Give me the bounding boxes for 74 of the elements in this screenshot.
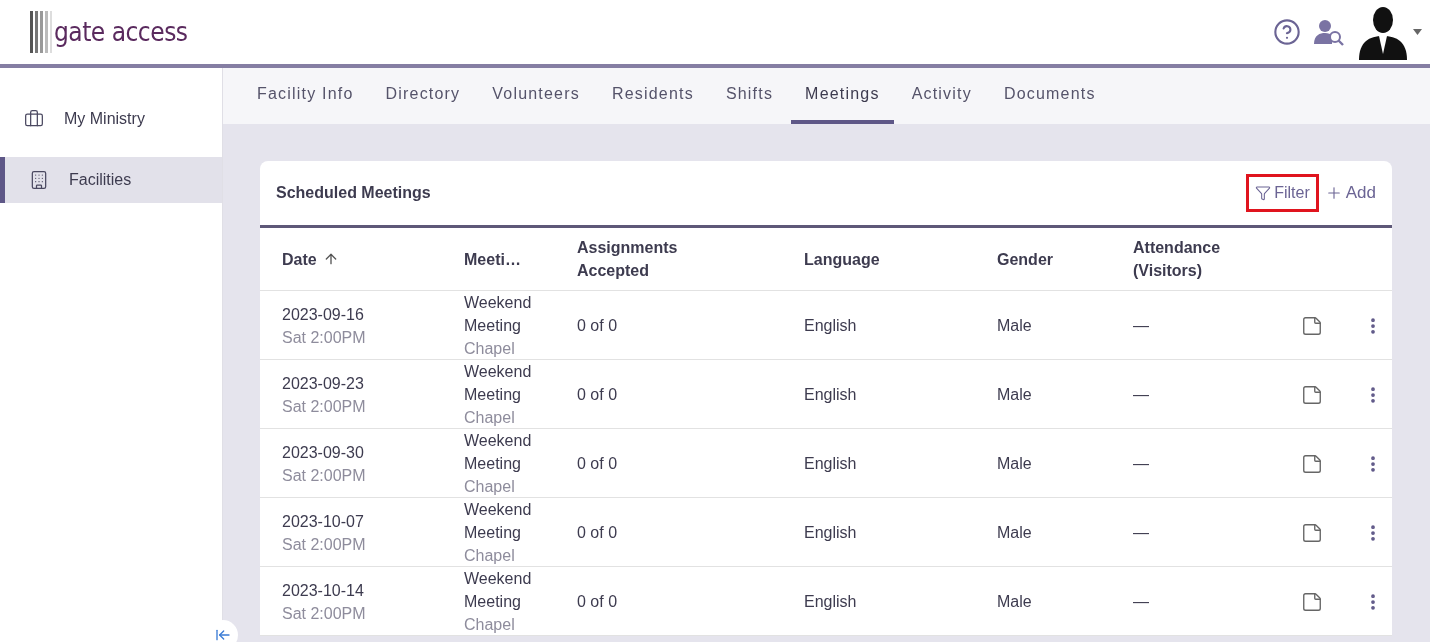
table-cell: 0 of 0 xyxy=(577,592,618,610)
date-text: 2023-10-14 xyxy=(282,580,365,601)
table-cell: Male xyxy=(997,454,1032,472)
table-cell: English xyxy=(804,523,857,541)
table-cell: English xyxy=(804,316,857,334)
table-cell: — xyxy=(1133,454,1149,472)
table-cell: 0 of 0 xyxy=(577,316,618,334)
note-icon[interactable] xyxy=(1301,383,1323,406)
date-text: 2023-09-16 xyxy=(282,304,365,325)
tab[interactable]: Directory xyxy=(371,68,475,124)
note-icon[interactable] xyxy=(1301,314,1323,337)
note-icon[interactable] xyxy=(1301,452,1323,475)
briefcase-icon xyxy=(24,109,44,129)
column-header[interactable]: Attendance (Visitors) xyxy=(1133,236,1248,282)
date-text: 2023-10-07 xyxy=(282,511,365,532)
avatar-icon[interactable] xyxy=(1357,4,1409,60)
table-cell: English xyxy=(804,385,857,403)
card-title: Scheduled Meetings xyxy=(276,183,431,203)
tab[interactable]: Documents xyxy=(989,68,1110,124)
meeting-name: Weekend Meeting xyxy=(464,569,533,612)
time-text: Sat 2:00PM xyxy=(282,603,367,624)
caret-icon[interactable] xyxy=(1413,29,1422,35)
meeting-name: Weekend Meeting xyxy=(464,293,533,336)
filter-button[interactable]: Filter xyxy=(1246,174,1319,212)
user-search-icon[interactable] xyxy=(1313,18,1345,46)
column-header[interactable]: Gender xyxy=(997,247,1053,271)
location-text: Chapel xyxy=(464,477,516,497)
location-text: Chapel xyxy=(464,546,516,566)
date-text: 2023-09-23 xyxy=(282,373,365,394)
table-cell: Male xyxy=(997,592,1032,610)
table-cell: Male xyxy=(997,385,1032,403)
note-icon[interactable] xyxy=(1301,521,1323,544)
table-cell: Male xyxy=(997,523,1032,541)
table-cell: — xyxy=(1133,523,1149,541)
logo-text: gate access xyxy=(54,19,188,45)
time-text: Sat 2:00PM xyxy=(282,534,367,555)
table-cell: English xyxy=(804,454,857,472)
logo-icon xyxy=(30,9,52,55)
tab[interactable]: Activity xyxy=(897,68,986,124)
meeting-name: Weekend Meeting xyxy=(464,431,533,474)
table-cell: — xyxy=(1133,385,1149,403)
tab[interactable]: Shifts xyxy=(711,68,788,124)
sidebar-item[interactable]: My Ministry xyxy=(0,96,222,142)
tab[interactable]: Residents xyxy=(597,68,708,124)
sidebar-item[interactable]: Facilities xyxy=(0,157,222,203)
column-header[interactable]: Assignments Accepted xyxy=(577,236,692,282)
column-header[interactable]: Language xyxy=(804,247,880,271)
table-cell: — xyxy=(1133,592,1149,610)
column-header[interactable]: Meeti… xyxy=(464,247,521,271)
note-icon[interactable] xyxy=(1301,590,1323,613)
table-cell: — xyxy=(1133,316,1149,334)
add-button[interactable]: Add xyxy=(1324,180,1376,206)
location-text: Chapel xyxy=(464,615,516,635)
date-text: 2023-09-30 xyxy=(282,442,365,463)
help-icon[interactable] xyxy=(1273,18,1301,46)
table-cell: Male xyxy=(997,316,1032,334)
meeting-name: Weekend Meeting xyxy=(464,362,533,405)
table-cell: 0 of 0 xyxy=(577,454,618,472)
column-header[interactable]: Date xyxy=(282,247,317,271)
time-text: Sat 2:00PM xyxy=(282,396,367,417)
filter-icon xyxy=(1255,185,1272,201)
table-cell: 0 of 0 xyxy=(577,385,618,403)
time-text: Sat 2:00PM xyxy=(282,327,367,348)
table-cell: English xyxy=(804,592,857,610)
time-text: Sat 2:00PM xyxy=(282,465,367,486)
collapse-icon[interactable] xyxy=(215,627,231,642)
location-text: Chapel xyxy=(464,408,516,428)
building-icon xyxy=(29,170,49,190)
tab[interactable]: Volunteers xyxy=(478,68,594,124)
tab[interactable]: Meetings xyxy=(791,68,894,124)
tab[interactable]: Facility Info xyxy=(243,68,368,124)
location-text: Chapel xyxy=(464,339,516,359)
table-cell: 0 of 0 xyxy=(577,523,618,541)
meeting-name: Weekend Meeting xyxy=(464,500,533,543)
